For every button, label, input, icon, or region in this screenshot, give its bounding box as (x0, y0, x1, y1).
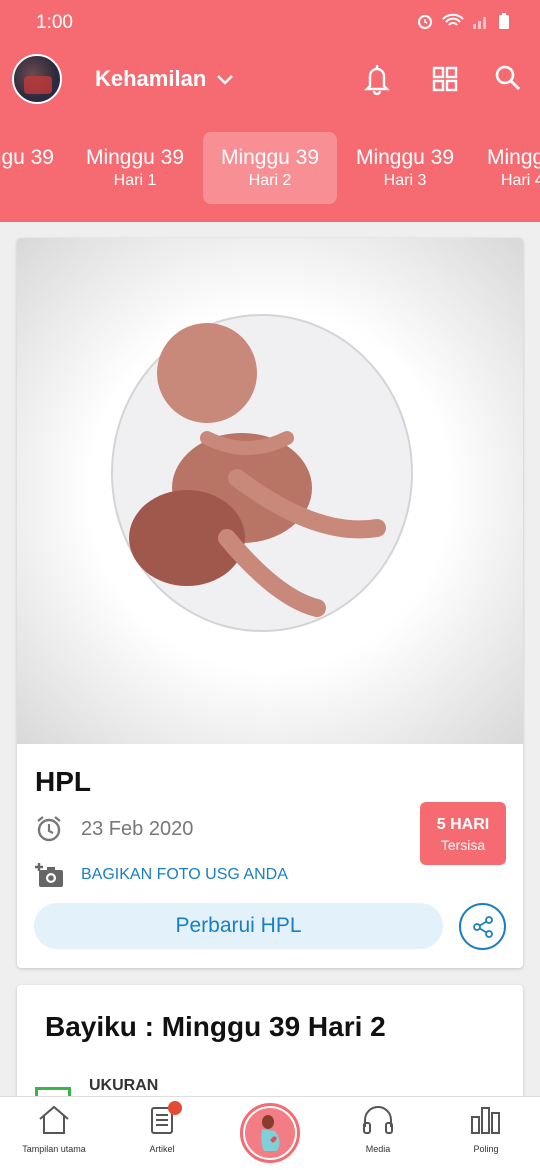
search-icon[interactable] (494, 64, 522, 92)
bell-icon[interactable] (362, 62, 392, 96)
tab-week-day-prev[interactable]: Minggu 39 (0, 132, 54, 204)
tab-week-label: Minggu 39 (85, 146, 185, 169)
avatar[interactable] (12, 54, 62, 104)
days-remaining-label: Tersisa (440, 837, 486, 853)
alarm-icon (418, 15, 432, 29)
nav-home[interactable]: Tampilan utama (0, 1105, 108, 1154)
share-icon (472, 915, 493, 938)
wifi-icon (442, 13, 464, 26)
chevron-down-icon[interactable] (214, 68, 236, 90)
nav-article[interactable]: Artikel (108, 1105, 216, 1154)
nav-article-label: Artikel (149, 1144, 175, 1154)
days-remaining-badge: 5 HARI Tersisa (420, 802, 506, 865)
hpl-title: HPL (35, 766, 91, 797)
baby-week-title: Bayiku : Minggu 39 Hari 2 (45, 1011, 386, 1042)
share-usg-label: BAGIKAN FOTO USG ANDA (81, 866, 288, 883)
tab-week-day-3[interactable]: Minggu 39 Hari 3 (338, 132, 472, 204)
grid-icon[interactable] (431, 65, 459, 93)
app-title[interactable]: Kehamilan (95, 66, 206, 92)
due-date: 23 Feb 2020 (81, 817, 194, 840)
tab-day-label: Hari 4 (501, 172, 540, 189)
share-button[interactable] (459, 903, 506, 950)
fetus-image (17, 238, 523, 744)
pregnancy-icon (245, 1108, 295, 1158)
app-bar: Kehamilan (0, 48, 540, 110)
notification-dot (168, 1101, 182, 1115)
tab-day-label: Hari 3 (383, 172, 427, 189)
tab-week-label: Minggu 39 (487, 146, 540, 169)
headphones-icon (363, 1106, 393, 1134)
size-label: UKURAN (89, 1077, 159, 1094)
nav-poll[interactable]: Poling (432, 1105, 540, 1154)
bottom-nav: Tampilan utama Artikel Media Poling (0, 1096, 540, 1170)
tab-day-label: Hari 2 (248, 172, 292, 189)
tab-week-label: Minggu 39 (0, 146, 54, 169)
nav-home-label: Tampilan utama (22, 1144, 86, 1154)
tab-week-day-2[interactable]: Minggu 39 Hari 2 (203, 132, 337, 204)
header: 1:00 Kehamilan Minggu 39 Minggu 39 Hari … (0, 0, 540, 222)
pregnancy-center-button[interactable] (240, 1103, 300, 1163)
nav-poll-label: Poling (473, 1144, 499, 1154)
add-photo-icon (35, 863, 63, 887)
bar-chart-icon (471, 1107, 500, 1134)
hpl-card: HPL 23 Feb 2020 5 HARI Tersisa BAGIKAN F… (17, 238, 523, 968)
update-hpl-button[interactable]: Perbarui HPL (34, 903, 443, 949)
fetus-illustration (111, 314, 413, 632)
days-remaining-value: 5 HARI (436, 816, 490, 833)
status-bar: 1:00 (0, 0, 540, 44)
home-icon (39, 1105, 69, 1134)
tab-week-label: Minggu 39 (355, 146, 455, 169)
due-date-row: 23 Feb 2020 (35, 814, 193, 844)
share-usg-link[interactable]: BAGIKAN FOTO USG ANDA (33, 858, 288, 892)
tab-week-label: Minggu 39 (220, 146, 320, 169)
battery-icon (499, 13, 509, 29)
tab-week-day-4[interactable]: Minggu 39 Hari 4 (473, 132, 540, 204)
tab-day-label: Hari 1 (113, 172, 157, 189)
status-icons (416, 12, 510, 30)
nav-media[interactable]: Media (324, 1105, 432, 1154)
signal-icon (473, 17, 486, 29)
tab-week-day-1[interactable]: Minggu 39 Hari 1 (68, 132, 202, 204)
nav-media-label: Media (365, 1144, 391, 1154)
status-time: 1:00 (36, 12, 73, 33)
week-day-tabs: Minggu 39 Minggu 39 Hari 1 Minggu 39 Har… (0, 130, 540, 206)
alarm-clock-icon (37, 816, 61, 842)
